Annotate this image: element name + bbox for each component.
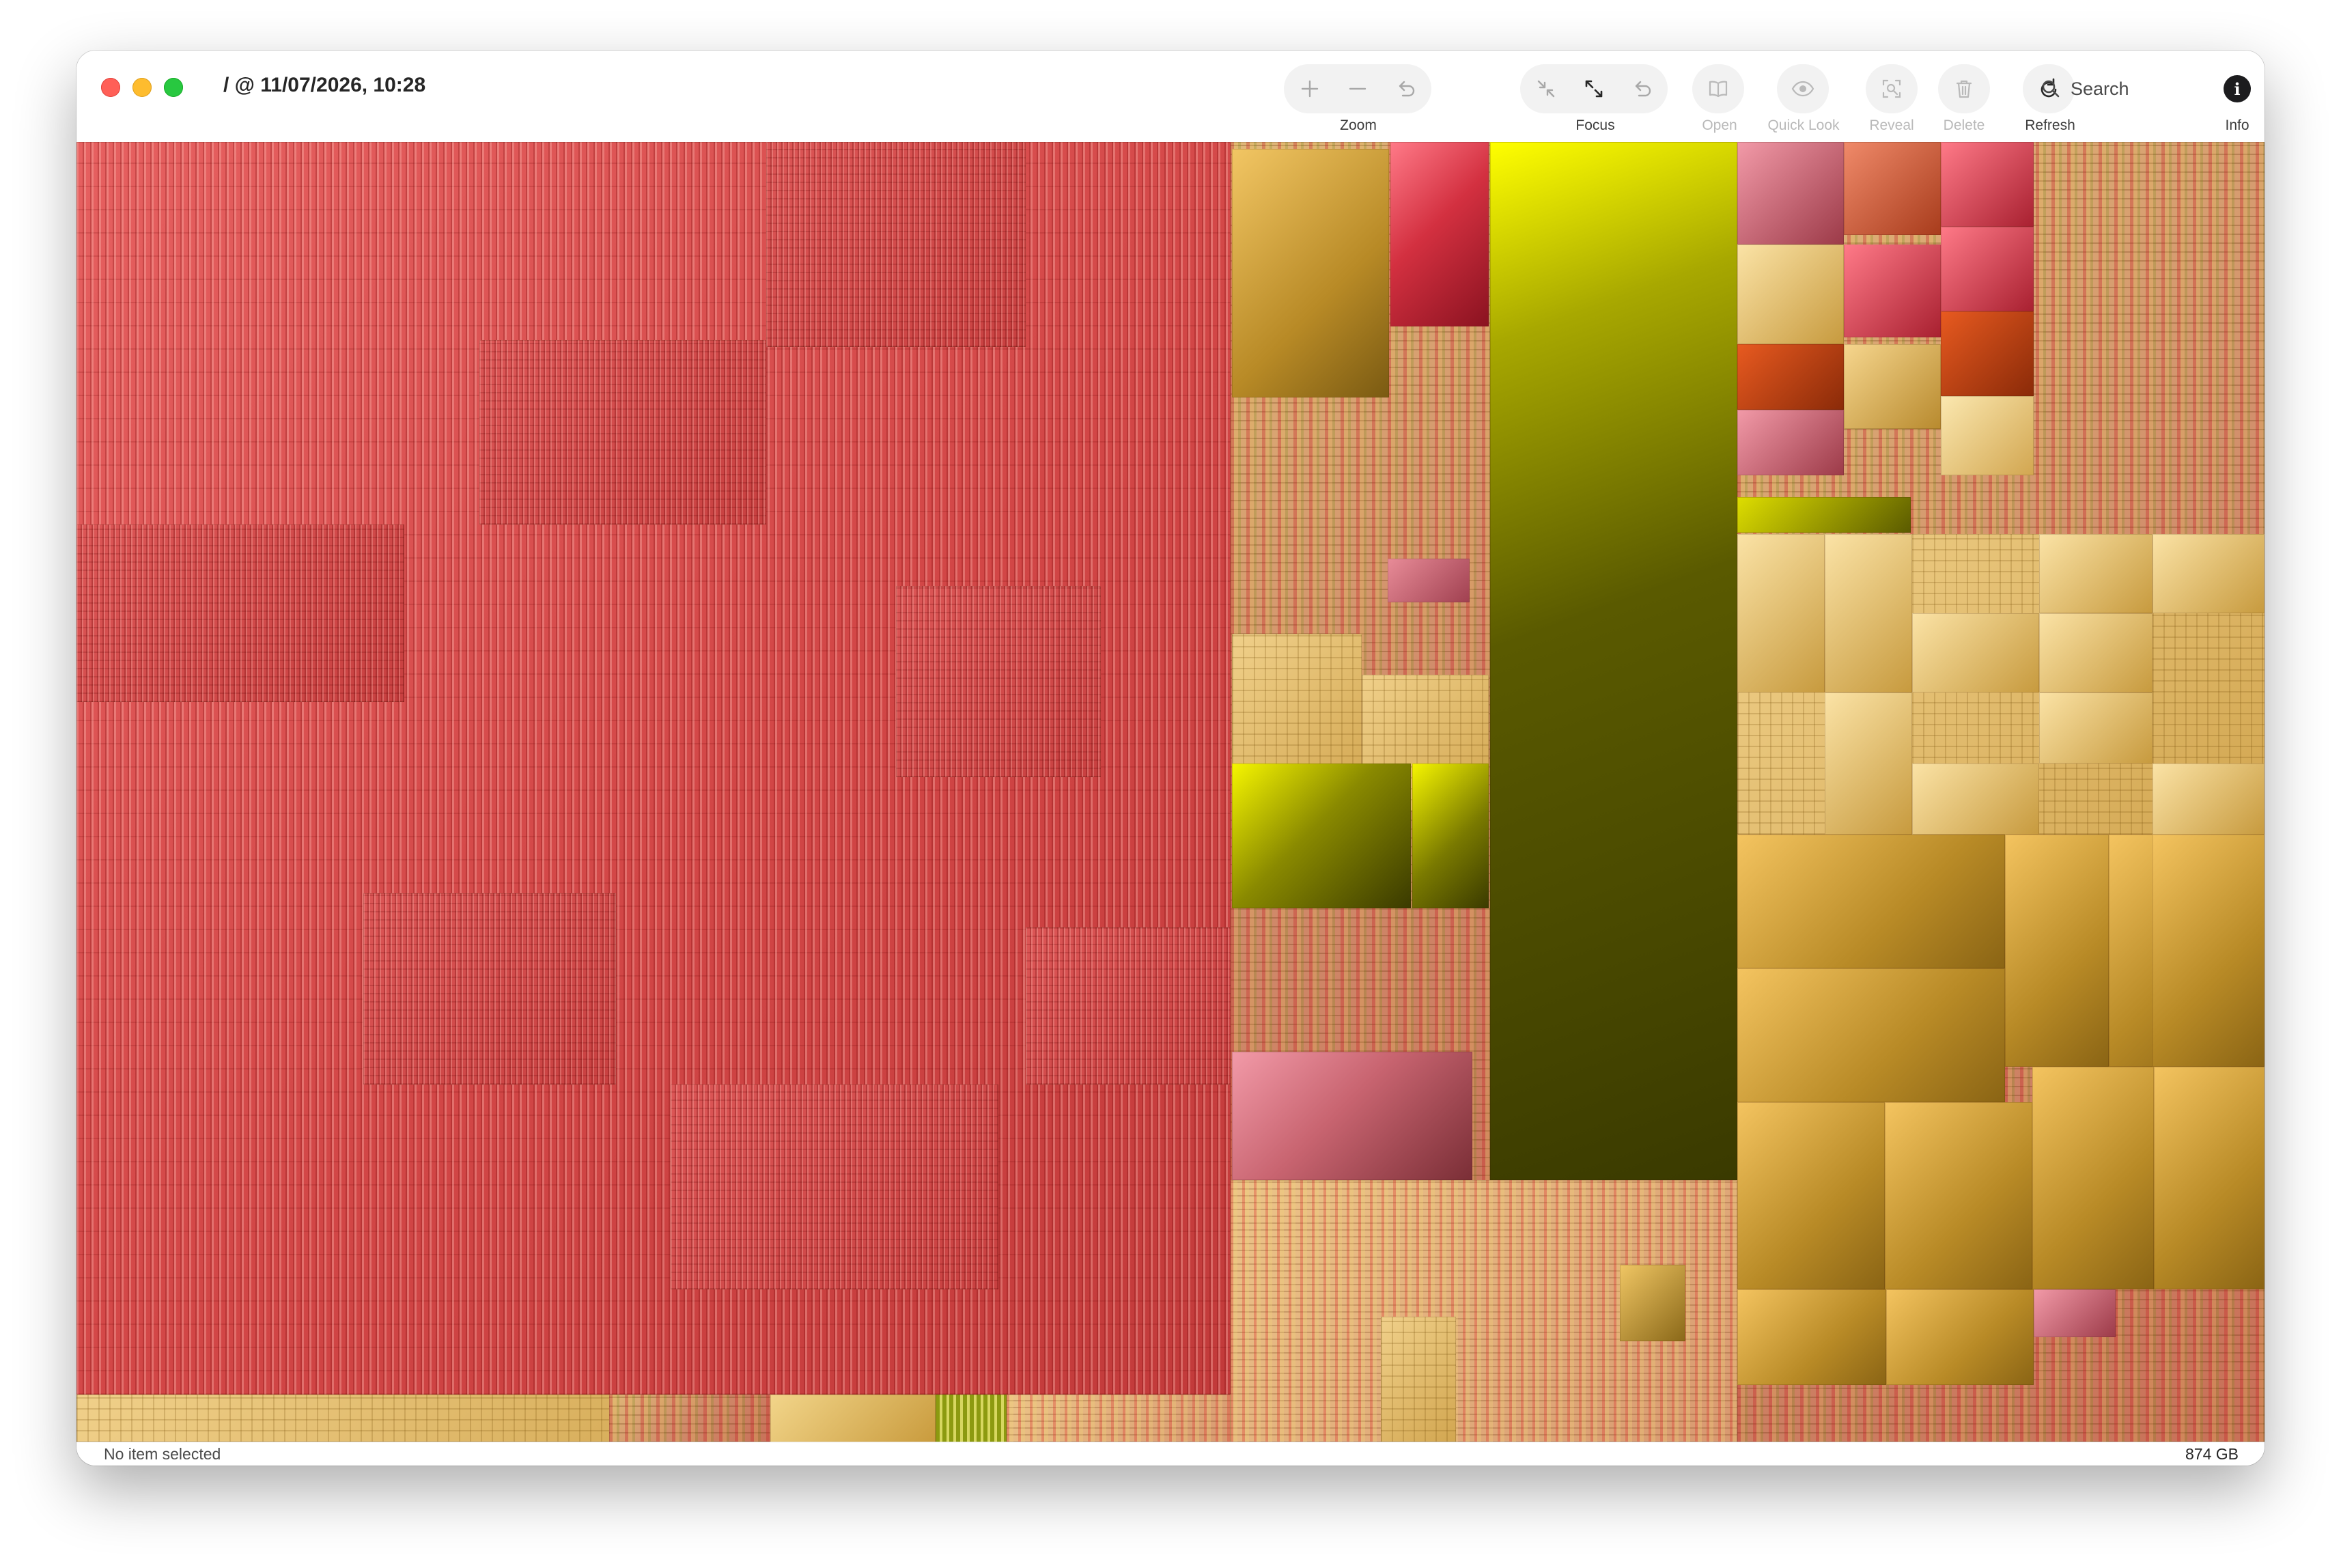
treemap-tile[interactable] [1844,344,1941,429]
status-bar: No item selected 874 GB [76,1442,2265,1466]
treemap-tile[interactable] [2153,835,2265,1067]
treemap-tile[interactable] [2153,764,2265,835]
treemap-tile[interactable] [2039,534,2153,613]
treemap-tile[interactable] [76,524,404,702]
app-window: / @ 11/07/2026, 10:28 Zoom Focus Open Qu… [76,51,2265,1466]
undo-icon [1399,81,1415,97]
trash-icon [1956,80,1972,98]
toolbar: / @ 11/07/2026, 10:28 Zoom Focus Open Qu… [76,51,2265,142]
treemap-tile[interactable] [1825,534,1912,692]
minimize-window-button[interactable] [132,78,152,97]
treemap-tile[interactable] [2039,692,2153,764]
treemap-tile-tall-olive[interactable] [1490,142,1737,1180]
treemap-tile[interactable] [479,340,766,524]
search-placeholder: Search [2071,78,2129,99]
expand-icon [1585,80,1603,98]
plus-icon [1301,80,1319,98]
zoom-window-button[interactable] [164,78,183,97]
treemap-tile[interactable] [609,1395,773,1442]
treemap-tile[interactable] [1412,764,1489,908]
close-window-button[interactable] [101,78,120,97]
treemap-tile[interactable] [1620,1265,1685,1341]
treemap-tile[interactable] [671,1084,998,1289]
treemap-tile[interactable] [1941,142,2034,227]
treemap-tile[interactable] [2039,613,2153,692]
quicklook-button[interactable] [1778,64,1827,113]
treemap-tile[interactable] [896,586,1101,777]
collapse-icon [1537,80,1555,98]
selection-status: No item selected [104,1445,221,1463]
treemap-tile[interactable] [936,1395,1007,1442]
treemap-tile[interactable] [1007,1395,1231,1442]
treemap-tile[interactable] [1885,1102,2032,1289]
quicklook-label: Quick Look [1767,117,1840,133]
book-icon [1709,81,1728,98]
treemap-tile[interactable] [2032,1067,2154,1289]
treemap-tile[interactable] [1844,244,1941,337]
total-size: 874 GB [2185,1445,2239,1463]
magnifier-icon [2042,80,2060,98]
open-button[interactable] [1694,64,1743,113]
treemap-tile[interactable] [1737,410,1844,475]
treemap-tile[interactable] [1941,227,2034,311]
treemap-tile[interactable] [1941,311,2034,396]
reveal-button[interactable] [1867,64,1916,113]
treemap-tile[interactable] [1737,534,1825,692]
treemap-tile[interactable] [1232,149,1389,397]
reveal-icon [1882,79,1901,98]
treemap-tile[interactable] [1737,968,2005,1102]
treemap-tile[interactable] [1026,927,1231,1084]
treemap-tile[interactable] [1737,835,2005,968]
focus-in-button[interactable] [1569,64,1618,113]
treemap-tile[interactable] [1390,142,1489,326]
treemap-tile[interactable] [1381,1317,1456,1442]
focus-undo-button[interactable] [1617,64,1666,113]
eye-icon [1791,81,1814,97]
search-field[interactable]: Search [2041,67,2177,111]
treemap-tile[interactable] [2153,534,2265,613]
treemap-tile[interactable] [1912,613,2039,692]
focus-label: Focus [1575,117,1615,133]
treemap-tile[interactable] [1844,142,1941,235]
focus-out-button[interactable] [1522,64,1571,113]
undo-icon [1635,81,1651,97]
treemap-tile[interactable] [2154,1067,2265,1289]
zoom-label: Zoom [1340,117,1377,133]
treemap-tile[interactable] [2034,1289,2116,1337]
treemap-tile[interactable] [363,893,616,1084]
info-label: Info [2225,117,2249,133]
treemap[interactable] [76,142,2265,1442]
delete-label: Delete [1943,117,1985,133]
treemap-tile[interactable] [1941,396,2034,475]
minus-icon [1349,87,1366,90]
reveal-label: Reveal [1869,117,1914,133]
zoom-in-button[interactable] [1285,64,1334,113]
treemap-tile[interactable] [1737,344,1844,410]
treemap-tile[interactable] [2005,835,2109,1067]
open-label: Open [1702,117,1737,133]
delete-button[interactable] [1939,64,1989,113]
treemap-tile[interactable] [1737,1102,1885,1289]
treemap-tile[interactable] [1737,1289,1886,1385]
treemap-tile[interactable] [1912,764,2039,835]
treemap-tile[interactable] [1737,497,1911,533]
treemap-tile[interactable] [1388,559,1470,602]
treemap-tile[interactable] [1737,142,1844,244]
refresh-label: Refresh [2025,117,2075,133]
treemap-tile[interactable] [1737,244,1844,344]
info-icon: i [2234,79,2241,99]
treemap-tile[interactable] [1232,764,1411,908]
treemap-tile[interactable] [1232,1052,1472,1180]
zoom-undo-button[interactable] [1381,64,1430,113]
info-button[interactable]: i [2224,75,2251,102]
treemap-tile[interactable] [766,142,1026,347]
treemap-tile[interactable] [1825,692,1912,835]
window-title: / @ 11/07/2026, 10:28 [223,74,426,96]
treemap-tile[interactable] [1886,1289,2034,1385]
zoom-out-button[interactable] [1333,64,1382,113]
treemap-tile[interactable] [770,1395,936,1442]
